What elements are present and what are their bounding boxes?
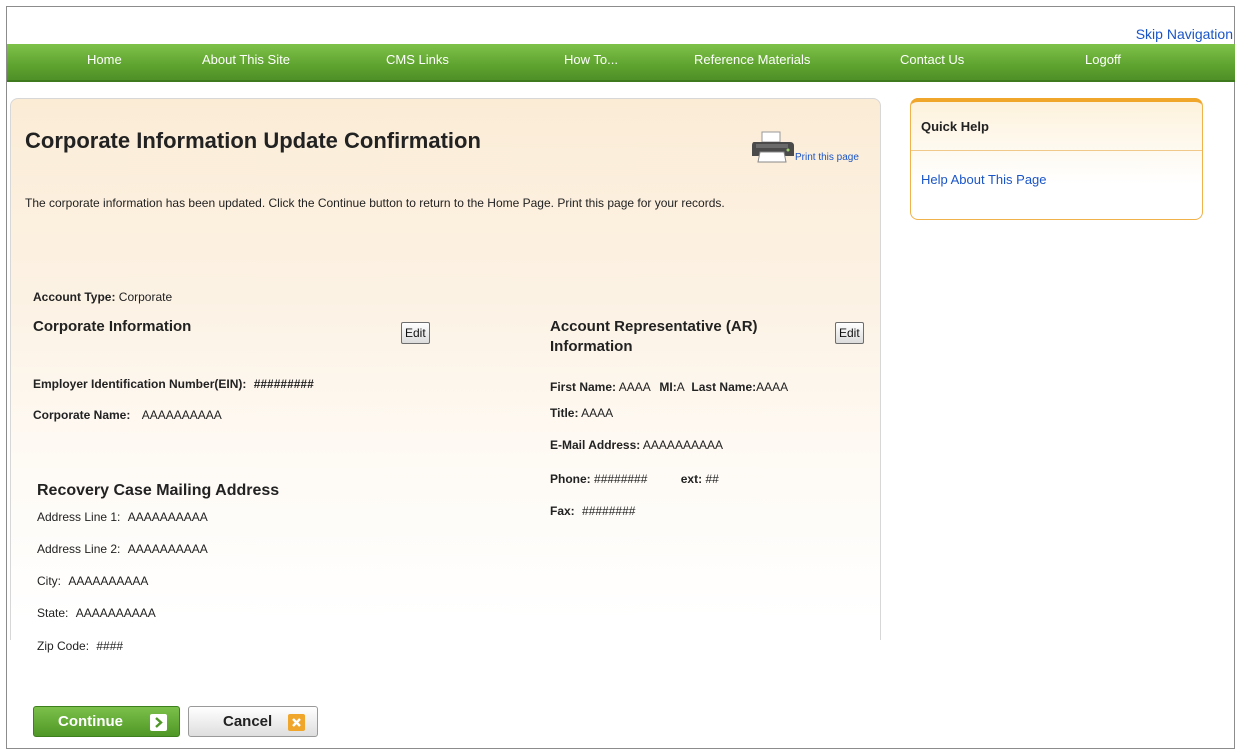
account-type-value: Corporate: [118, 290, 173, 304]
content-footer-area: [10, 640, 881, 714]
nav-home[interactable]: Home: [87, 52, 122, 67]
top-navigation-bar: Home About This Site CMS Links How To...…: [7, 44, 1235, 82]
ar-information-heading: Account Representative (AR) Information: [550, 318, 758, 355]
nav-about-this-site[interactable]: About This Site: [202, 52, 290, 67]
city-row: City: AAAAAAAAAA: [37, 574, 148, 588]
phone-value: ########: [594, 472, 648, 486]
ein-label: Employer Identification Number(EIN):: [33, 377, 247, 391]
ar-heading-line-1: Account Representative (AR): [550, 318, 758, 335]
ar-phone-row: Phone: ######## ext: ##: [550, 472, 719, 486]
ar-title-row: Title: AAAA: [550, 406, 613, 420]
cancel-label: Cancel: [223, 713, 273, 730]
address-line-1-row: Address Line 1: AAAAAAAAAA: [37, 510, 208, 524]
nav-reference-materials[interactable]: Reference Materials: [694, 52, 810, 67]
zip-code-row: Zip Code: ####: [37, 639, 123, 653]
last-name-label: Last Name:: [691, 380, 757, 394]
ar-heading-line-2: Information: [550, 338, 633, 355]
ein-row: Employer Identification Number(EIN): ###…: [33, 377, 314, 391]
city-label: City:: [37, 574, 61, 588]
nav-logoff[interactable]: Logoff: [1085, 52, 1121, 67]
print-page-link[interactable]: Print this page: [795, 152, 859, 163]
title-value: AAAA: [581, 406, 614, 420]
state-row: State: AAAAAAAAAA: [37, 606, 156, 620]
corporate-information-heading: Corporate Information: [33, 318, 192, 335]
address-line-2-label: Address Line 2:: [37, 542, 121, 556]
ar-fax-row: Fax: ########: [550, 504, 635, 518]
city-value: AAAAAAAAAA: [68, 574, 149, 588]
account-type-label: Account Type:: [33, 290, 116, 304]
mailing-address-heading: Recovery Case Mailing Address: [37, 482, 280, 499]
continue-label: Continue: [58, 713, 123, 730]
skip-navigation-link[interactable]: Skip Navigation: [1136, 26, 1233, 42]
corporate-name-label: Corporate Name:: [33, 408, 131, 422]
help-about-this-page-link[interactable]: Help About This Page: [921, 172, 1047, 187]
phone-label: Phone:: [550, 472, 591, 486]
close-icon: [288, 714, 305, 731]
ar-email-row: E-Mail Address: AAAAAAAAAA: [550, 438, 723, 452]
continue-button[interactable]: Continue: [33, 706, 180, 737]
zip-code-value: ####: [96, 639, 124, 653]
zip-code-label: Zip Code:: [37, 639, 90, 653]
page-title: Corporate Information Update Confirmatio…: [25, 128, 481, 153]
ar-edit-button[interactable]: Edit: [835, 322, 864, 344]
state-value: AAAAAAAAAA: [75, 606, 156, 620]
email-label: E-Mail Address:: [550, 438, 641, 452]
last-name-value: AAAA: [756, 380, 789, 394]
nav-contact-us[interactable]: Contact Us: [900, 52, 964, 67]
mi-label: MI:: [659, 380, 677, 394]
first-name-label: First Name:: [550, 380, 617, 394]
cancel-button[interactable]: Cancel: [188, 706, 318, 737]
quick-help-title: Quick Help: [921, 119, 989, 134]
fax-value: ########: [582, 504, 636, 518]
address-line-2-value: AAAAAAAAAA: [127, 542, 208, 556]
corporate-edit-button[interactable]: Edit: [401, 322, 430, 344]
account-type-row: Account Type: Corporate: [33, 290, 172, 304]
ein-value: #########: [253, 377, 314, 391]
title-label: Title:: [550, 406, 579, 420]
ext-label: ext:: [680, 472, 703, 486]
first-name-value: AAAA: [618, 380, 651, 394]
fax-label: Fax:: [550, 504, 575, 518]
confirmation-message: The corporate information has been updat…: [25, 196, 725, 210]
address-line-1-label: Address Line 1:: [37, 510, 121, 524]
mi-value: A: [676, 380, 685, 394]
ext-value: ##: [705, 472, 719, 486]
address-line-1-value: AAAAAAAAAA: [127, 510, 208, 524]
quick-help-panel: Quick Help Help About This Page: [910, 98, 1203, 220]
nav-cms-links[interactable]: CMS Links: [386, 52, 449, 67]
nav-how-to[interactable]: How To...: [564, 52, 618, 67]
address-line-2-row: Address Line 2: AAAAAAAAAA: [37, 542, 208, 556]
printer-icon[interactable]: [750, 130, 796, 164]
ar-name-row: First Name: AAAA MI:A Last Name:AAAA: [550, 380, 788, 394]
state-label: State:: [37, 606, 69, 620]
quick-help-divider: [911, 150, 1202, 151]
corporate-name-row: Corporate Name: AAAAAAAAAA: [33, 408, 222, 422]
corporate-name-value: AAAAAAAAAA: [141, 408, 222, 422]
arrow-right-icon: [150, 714, 167, 731]
email-value: AAAAAAAAAA: [642, 438, 723, 452]
